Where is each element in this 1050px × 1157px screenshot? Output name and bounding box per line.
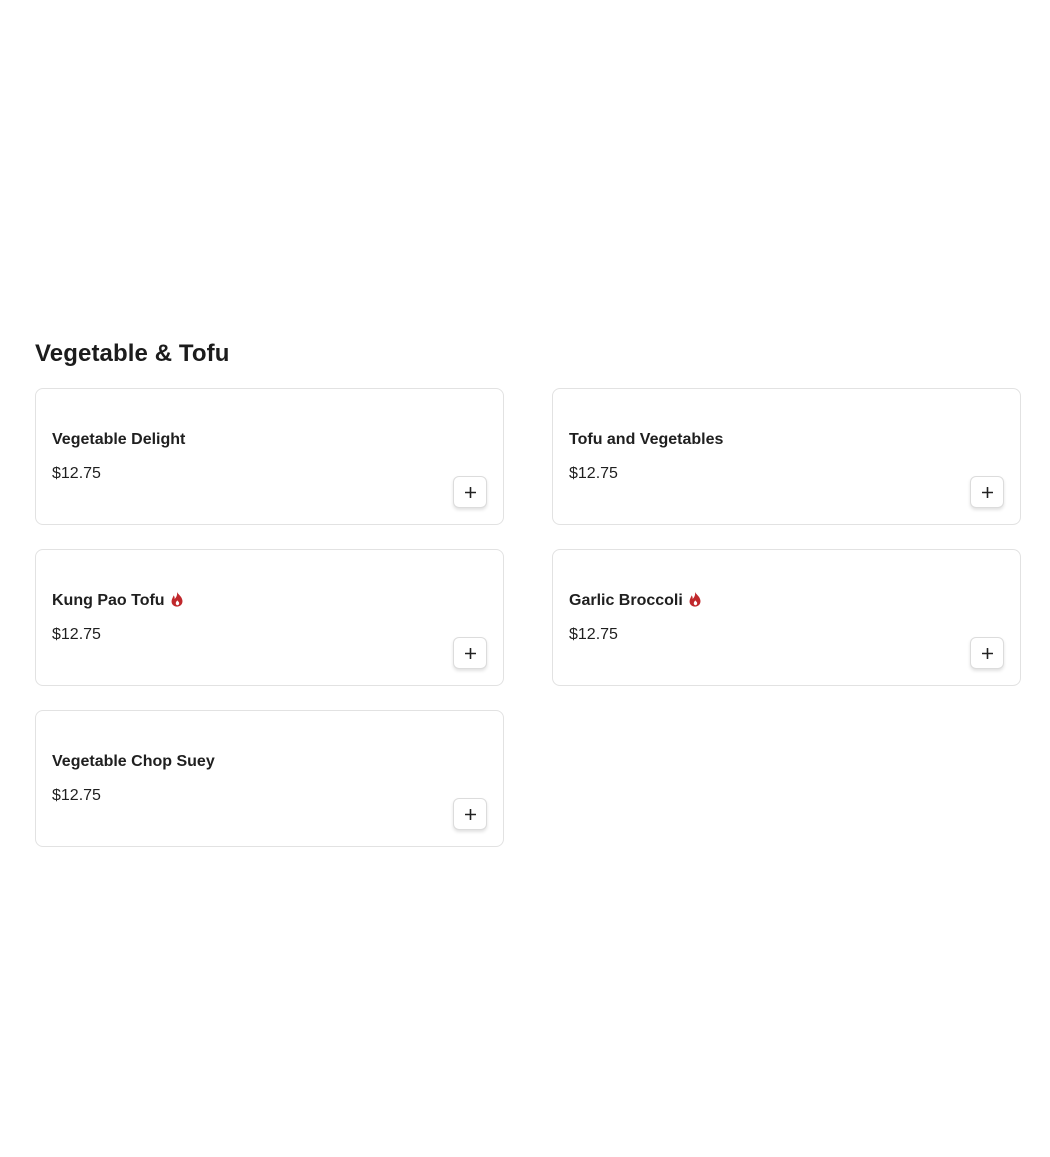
item-price: $12.75	[52, 626, 101, 643]
menu-item-card[interactable]: Garlic Broccoli $12.75	[552, 549, 1021, 686]
item-price: $12.75	[569, 465, 618, 482]
item-price: $12.75	[52, 787, 101, 804]
menu-item-card[interactable]: Vegetable Chop Suey $12.75	[35, 710, 504, 847]
menu-items-grid: Vegetable Delight $12.75 Tofu and Vegeta…	[35, 388, 1021, 847]
plus-icon	[981, 647, 993, 659]
plus-icon	[464, 647, 476, 659]
plus-icon	[464, 486, 476, 498]
add-to-cart-button[interactable]	[453, 476, 487, 508]
menu-section-vegetable-tofu: Vegetable & Tofu Vegetable Delight $12.7…	[35, 338, 1021, 847]
item-name: Tofu and Vegetables	[569, 431, 724, 448]
item-price: $12.75	[569, 626, 618, 643]
add-to-cart-button[interactable]	[970, 637, 1004, 669]
menu-item-card[interactable]: Tofu and Vegetables $12.75	[552, 388, 1021, 525]
spicy-flame-icon	[171, 591, 183, 607]
menu-item-card[interactable]: Vegetable Delight $12.75	[35, 388, 504, 525]
item-name: Vegetable Delight	[52, 431, 186, 448]
section-title: Vegetable & Tofu	[35, 340, 230, 367]
item-name: Vegetable Chop Suey	[52, 753, 215, 770]
item-price: $12.75	[52, 465, 101, 482]
plus-icon	[464, 808, 476, 820]
plus-icon	[981, 486, 993, 498]
item-name: Garlic Broccoli	[569, 592, 683, 609]
spicy-flame-icon	[689, 591, 701, 607]
item-name: Kung Pao Tofu	[52, 592, 165, 609]
menu-item-card[interactable]: Kung Pao Tofu $12.75	[35, 549, 504, 686]
add-to-cart-button[interactable]	[453, 637, 487, 669]
add-to-cart-button[interactable]	[970, 476, 1004, 508]
add-to-cart-button[interactable]	[453, 798, 487, 830]
